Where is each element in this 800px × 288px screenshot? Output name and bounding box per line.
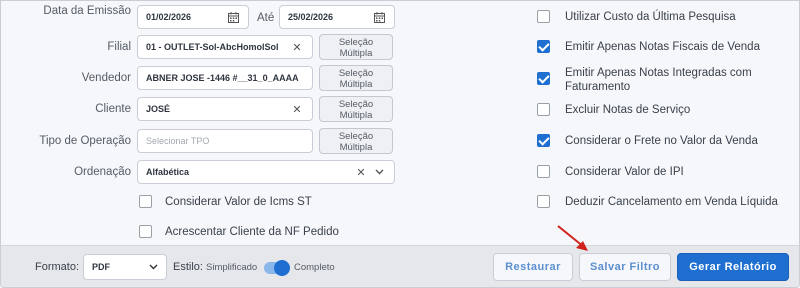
custo-ultima-pesquisa-label: Utilizar Custo da Última Pesquisa [565, 11, 736, 23]
filial-label: Filial [107, 41, 131, 53]
vendedor-label: Vendedor [81, 72, 131, 84]
chevron-down-icon [149, 262, 158, 272]
tipo-operacao-placeholder: Selecionar TPO [146, 136, 210, 146]
cliente-selecao-multipla-button[interactable]: Seleção Múltipla [319, 96, 393, 122]
ate-label: Até [257, 12, 275, 24]
selecao-line1: Seleção [338, 131, 374, 142]
frete-valor-venda-checkbox[interactable] [537, 134, 550, 147]
cliente-label: Cliente [95, 103, 131, 115]
toggle-knob [274, 260, 290, 276]
selecao-line2: Múltipla [339, 142, 373, 153]
formato-label: Formato: [35, 261, 80, 273]
notas-integradas-label-line1: Emitir Apenas Notas Integradas com [565, 67, 752, 79]
notas-integradas-label-line2: Faturamento [565, 81, 631, 93]
tipo-operacao-field[interactable]: Selecionar TPO [137, 129, 313, 153]
red-arrow-icon [557, 225, 588, 251]
close-icon[interactable]: ✕ [290, 102, 304, 116]
filial-field[interactable]: 01 - OUTLET-Sol-AbcHomolSol ✕ [137, 35, 313, 59]
calendar-icon[interactable] [372, 10, 386, 24]
selecao-line1: Seleção [338, 68, 374, 79]
notas-fiscais-venda-checkbox[interactable] [537, 40, 550, 53]
frete-valor-venda-label: Considerar o Frete no Valor da Venda [565, 135, 758, 147]
filial-value: 01 - OUTLET-Sol-AbcHomolSol [146, 42, 279, 52]
custo-ultima-pesquisa-checkbox[interactable] [537, 10, 550, 23]
selecao-line1: Seleção [338, 37, 374, 48]
simplificado-label: Simplificado [206, 262, 258, 273]
calendar-icon[interactable] [226, 10, 240, 24]
data-fim-field[interactable]: 25/02/2026 [279, 5, 395, 29]
data-emissao-label: Data da Emissão [43, 5, 131, 17]
deduzir-cancelamento-label: Deduzir Cancelamento em Venda Líquida [565, 196, 778, 208]
chevron-down-icon[interactable] [372, 165, 386, 179]
valor-ipi-checkbox[interactable] [537, 165, 550, 178]
deduzir-cancelamento-checkbox[interactable] [537, 195, 550, 208]
ordenacao-value: Alfabética [146, 167, 190, 177]
data-inicio-field[interactable]: 01/02/2026 [137, 5, 249, 29]
ordenacao-label: Ordenação [74, 166, 131, 178]
close-icon[interactable]: ✕ [354, 165, 368, 179]
restaurar-button[interactable]: Restaurar [493, 253, 573, 281]
cliente-nf-checkbox[interactable] [139, 225, 152, 238]
tipo-operacao-selecao-multipla-button[interactable]: Seleção Múltipla [319, 128, 393, 154]
notas-fiscais-venda-label: Emitir Apenas Notas Fiscais de Venda [565, 41, 760, 53]
notas-integradas-label: Emitir Apenas Notas Integradas com Fatur… [565, 66, 752, 94]
valor-ipi-label: Considerar Valor de IPI [565, 166, 684, 178]
completo-label: Completo [294, 262, 335, 273]
selecao-line2: Múltipla [339, 79, 373, 90]
data-fim-value: 25/02/2026 [288, 12, 334, 22]
vendedor-field[interactable]: ABNER JOSE -1446 #__31_0_AAAA [137, 66, 313, 90]
cliente-field[interactable]: JOSÉ ✕ [137, 97, 313, 121]
estilo-label: Estilo: [173, 261, 203, 273]
tipo-operacao-label: Tipo de Operação [39, 135, 131, 147]
ordenacao-select[interactable]: Alfabética ✕ [137, 160, 395, 184]
report-filter-panel: Data da Emissão 01/02/2026 Até 25/02/202… [0, 0, 800, 288]
selecao-line1: Seleção [338, 99, 374, 110]
vendedor-value: ABNER JOSE -1446 #__31_0_AAAA [146, 73, 299, 83]
salvar-filtro-button[interactable]: Salvar Filtro [579, 253, 671, 281]
formato-select[interactable]: PDF [83, 254, 167, 280]
icms-st-label: Considerar Valor de Icms ST [165, 196, 312, 208]
notas-integradas-checkbox[interactable] [537, 72, 550, 85]
filial-selecao-multipla-button[interactable]: Seleção Múltipla [319, 34, 393, 60]
excluir-notas-servico-checkbox[interactable] [537, 103, 550, 116]
selecao-line2: Múltipla [339, 110, 373, 121]
cliente-nf-label: Acrescentar Cliente da NF Pedido [165, 226, 339, 238]
gerar-relatorio-button[interactable]: Gerar Relatório [677, 253, 789, 281]
close-icon[interactable]: ✕ [290, 40, 304, 54]
footer-bar: Formato: PDF Estilo: Simplificado Comple… [1, 245, 799, 287]
vendedor-selecao-multipla-button[interactable]: Seleção Múltipla [319, 65, 393, 91]
cliente-value: JOSÉ [146, 104, 171, 114]
selecao-line2: Múltipla [339, 48, 373, 59]
estilo-toggle[interactable] [264, 260, 290, 276]
excluir-notas-servico-label: Excluir Notas de Serviço [565, 104, 691, 116]
icms-st-checkbox[interactable] [139, 195, 152, 208]
formato-value: PDF [92, 262, 110, 272]
data-inicio-value: 01/02/2026 [146, 12, 192, 22]
